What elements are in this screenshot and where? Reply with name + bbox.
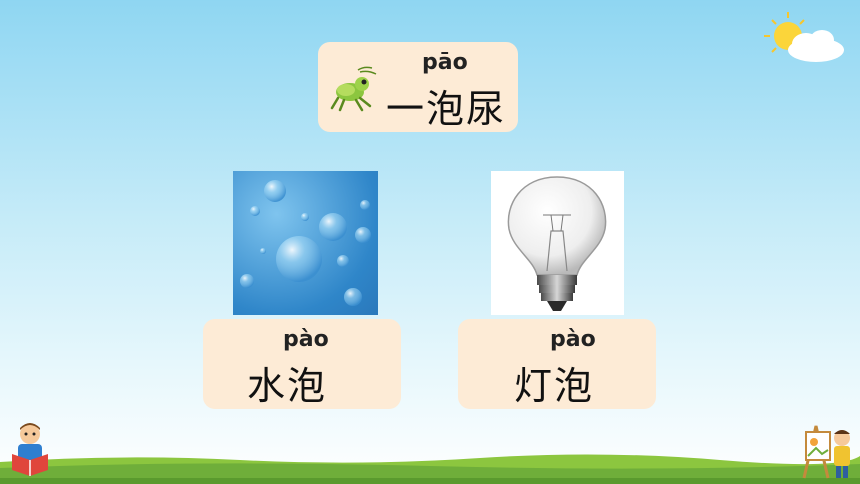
word-card-right: pào 灯泡 <box>458 319 656 409</box>
water-bubbles-image <box>233 171 378 315</box>
word-shui-pao: 水泡 <box>247 364 328 408</box>
pinyin-pao4-right: pào <box>550 327 596 352</box>
sun-cloud-icon <box>764 12 844 62</box>
cricket-icon <box>330 66 377 112</box>
word-card-left: pào 水泡 <box>203 319 401 409</box>
grass-ground <box>0 454 860 484</box>
word-card-top: pāo 一泡尿 <box>318 42 518 132</box>
painting-child-icon <box>802 425 850 479</box>
word-yi-pao-niao: 一泡尿 <box>386 87 507 131</box>
word-deng-pao: 灯泡 <box>514 364 595 408</box>
light-bulb-image <box>491 171 624 315</box>
pinyin-pao4-left: pào <box>283 327 329 352</box>
reading-child-icon <box>12 423 48 476</box>
pinyin-pao1: pāo <box>422 50 468 75</box>
